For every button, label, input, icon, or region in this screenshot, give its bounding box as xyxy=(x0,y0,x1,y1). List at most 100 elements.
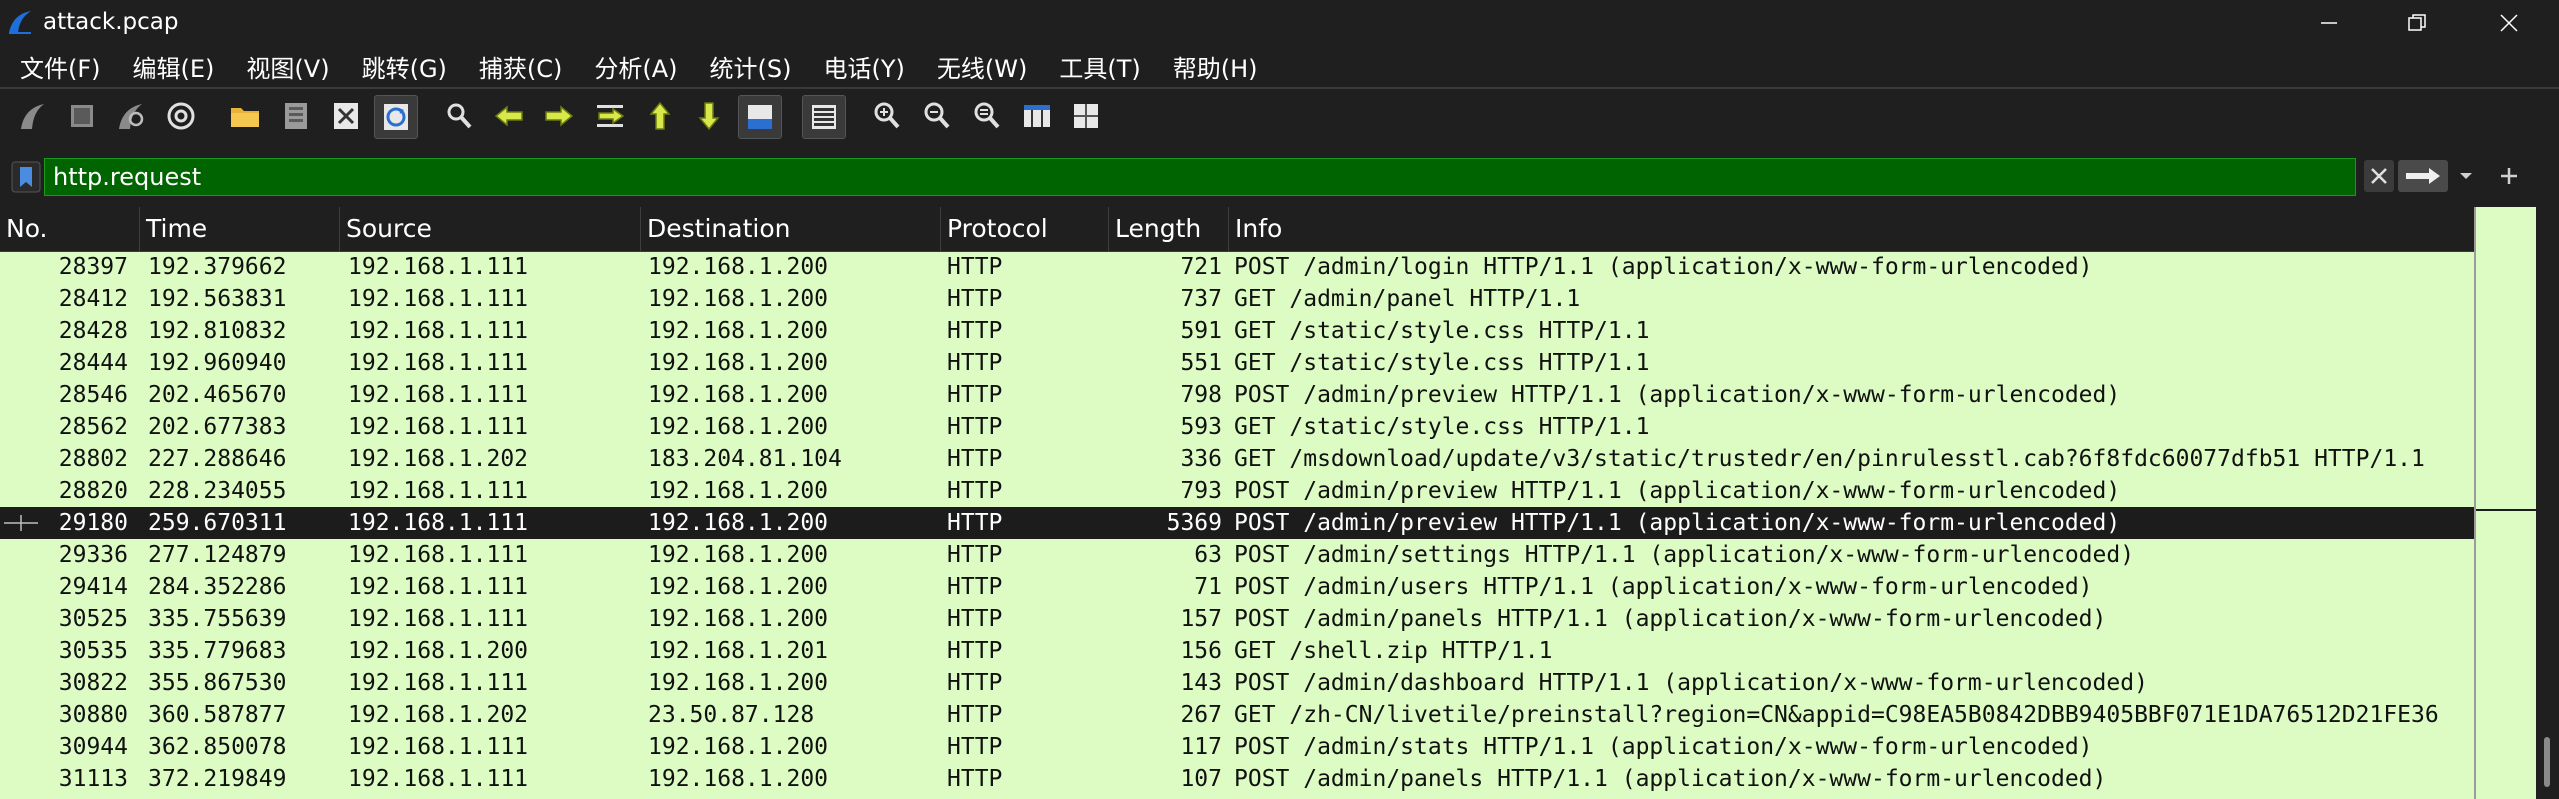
display-filter-input[interactable] xyxy=(44,158,2356,196)
clear-filter-button[interactable] xyxy=(2364,160,2394,192)
packet-info: GET /static/style.css HTTP/1.1 xyxy=(1234,318,1650,344)
table-row[interactable]: 28802 227.288646 192.168.1.202 183.204.81.1… xyxy=(0,443,2474,475)
table-row[interactable]: 31113 372.219849 192.168.1.111 192.168.1.20… xyxy=(0,763,2474,795)
packet-info: POST /admin/settings HTTP/1.1 (applicati… xyxy=(1234,542,2135,568)
open-file-button[interactable] xyxy=(224,95,266,137)
menu-edit[interactable]: 编辑(E) xyxy=(113,49,227,84)
packet-info: POST /admin/preview HTTP/1.1 (applicatio… xyxy=(1234,510,2121,536)
colorize-button[interactable] xyxy=(802,95,846,139)
table-row[interactable]: 30535 335.779683 192.168.1.200 192.168.1.20… xyxy=(0,635,2474,667)
apply-filter-button[interactable] xyxy=(2398,160,2448,192)
packet-info: POST /admin/dashboard HTTP/1.1 (applicat… xyxy=(1234,670,2148,696)
table-row[interactable]: 28428 192.810832 192.168.1.111 192.168.1.20… xyxy=(0,315,2474,347)
packet-protocol: HTTP xyxy=(947,254,1003,280)
table-row[interactable]: 28820 228.234055 192.168.1.111 192.168.1.20… xyxy=(0,475,2474,507)
table-row[interactable]: 28444 192.960940 192.168.1.111 192.168.1.20… xyxy=(0,347,2474,379)
go-to-packet-button[interactable] xyxy=(589,95,631,137)
packet-no: 28802 xyxy=(58,446,128,472)
packet-source: 192.168.1.111 xyxy=(348,318,529,344)
close-window-button[interactable] xyxy=(2469,0,2549,45)
menu-analyze[interactable]: 分析(A) xyxy=(574,49,689,84)
capture-options-button[interactable] xyxy=(160,95,202,137)
menu-help[interactable]: 帮助(H) xyxy=(1153,49,1270,84)
auto-scroll-icon xyxy=(748,105,772,129)
column-header-no[interactable]: No. xyxy=(0,207,140,251)
packet-protocol: HTTP xyxy=(947,734,1003,760)
close-file-button[interactable] xyxy=(325,95,367,137)
main-toolbar xyxy=(0,89,2559,147)
menu-tools[interactable]: 工具(T) xyxy=(1039,49,1152,84)
table-row[interactable]: 29414 284.352286 192.168.1.111 192.168.1.20… xyxy=(0,571,2474,603)
filter-history-dropdown[interactable] xyxy=(2454,160,2478,192)
table-row[interactable]: 28412 192.563831 192.168.1.111 192.168.1.20… xyxy=(0,283,2474,315)
layout-button[interactable] xyxy=(1065,95,1107,137)
packet-destination: 192.168.1.200 xyxy=(648,542,829,568)
arrow-right-icon xyxy=(2406,168,2440,184)
packet-info: GET /admin/panel HTTP/1.1 xyxy=(1234,286,1581,312)
add-filter-button[interactable] xyxy=(2494,160,2524,192)
table-row[interactable]: 30525 335.755639 192.168.1.111 192.168.1.20… xyxy=(0,603,2474,635)
menu-telephony[interactable]: 电话(Y) xyxy=(804,49,917,84)
table-row-selected[interactable]: 29180 259.670311 192.168.1.111 192.168.1.20… xyxy=(0,507,2474,539)
first-packet-button[interactable] xyxy=(639,95,681,137)
save-file-button[interactable] xyxy=(275,95,317,137)
column-header-destination[interactable]: Destination xyxy=(641,207,941,251)
stop-capture-button[interactable] xyxy=(61,95,103,137)
packet-info: GET /static/style.css HTTP/1.1 xyxy=(1234,414,1650,440)
packet-length: 63 xyxy=(1194,542,1222,568)
column-header-info[interactable]: Info xyxy=(1229,207,2474,251)
packet-length: 551 xyxy=(1180,350,1222,376)
packet-time: 192.563831 xyxy=(148,286,287,312)
reload-file-button[interactable] xyxy=(374,95,418,139)
table-row[interactable]: 28562 202.677383 192.168.1.111 192.168.1.20… xyxy=(0,411,2474,443)
go-forward-button[interactable] xyxy=(538,95,580,137)
column-header-time[interactable]: Time xyxy=(140,207,340,251)
start-capture-button[interactable] xyxy=(12,95,54,137)
packet-length: 593 xyxy=(1180,414,1222,440)
filter-bookmark-icon[interactable] xyxy=(10,160,42,194)
packet-time: 227.288646 xyxy=(148,446,287,472)
menu-capture[interactable]: 捕获(C) xyxy=(459,49,574,84)
packet-info: GET /zh-CN/livetile/preinstall?region=CN… xyxy=(1234,702,2439,728)
packet-list[interactable]: No. Time Source Destination Protocol Len… xyxy=(0,207,2474,799)
table-row[interactable]: 28546 202.465670 192.168.1.111 192.168.1.20… xyxy=(0,379,2474,411)
find-packet-button[interactable] xyxy=(438,95,480,137)
table-row[interactable]: 29336 277.124879 192.168.1.111 192.168.1.20… xyxy=(0,539,2474,571)
go-back-icon xyxy=(494,105,523,127)
display-filter-bar xyxy=(0,152,2559,200)
plus-icon xyxy=(2501,168,2517,184)
capture-options-icon xyxy=(167,102,195,130)
packet-destination: 192.168.1.200 xyxy=(648,254,829,280)
minimize-button[interactable] xyxy=(2289,0,2369,45)
vertical-scrollbar[interactable] xyxy=(2536,207,2559,799)
packet-minimap[interactable] xyxy=(2474,207,2536,799)
table-row[interactable]: 30880 360.587877 192.168.1.202 23.50.87.128… xyxy=(0,699,2474,731)
normal-size-button[interactable] xyxy=(966,95,1008,137)
last-packet-button[interactable] xyxy=(688,95,730,137)
menu-view[interactable]: 视图(V) xyxy=(226,49,341,84)
resize-columns-button[interactable] xyxy=(1016,95,1058,137)
menu-statistics[interactable]: 统计(S) xyxy=(690,49,804,84)
column-header-length[interactable]: Length xyxy=(1109,207,1229,251)
packet-destination: 192.168.1.200 xyxy=(648,382,829,408)
table-row[interactable]: 30944 362.850078 192.168.1.111 192.168.1.20… xyxy=(0,731,2474,763)
menu-file[interactable]: 文件(F) xyxy=(0,49,113,84)
column-header-protocol[interactable]: Protocol xyxy=(941,207,1109,251)
auto-scroll-button[interactable] xyxy=(738,95,782,139)
zoom-out-button[interactable] xyxy=(916,95,958,137)
packet-length: 5369 xyxy=(1166,510,1222,536)
scrollbar-thumb[interactable] xyxy=(2544,737,2550,787)
table-row[interactable]: 30822 355.867530 192.168.1.111 192.168.1.20… xyxy=(0,667,2474,699)
packet-time: 192.960940 xyxy=(148,350,287,376)
packet-destination: 192.168.1.200 xyxy=(648,734,829,760)
column-header-source[interactable]: Source xyxy=(340,207,641,251)
packet-protocol: HTTP xyxy=(947,574,1003,600)
zoom-in-button[interactable] xyxy=(866,95,908,137)
restart-capture-button[interactable] xyxy=(110,95,152,137)
table-row[interactable]: 28397 192.379662 192.168.1.111 192.168.1.20… xyxy=(0,251,2474,283)
maximize-button[interactable] xyxy=(2377,0,2457,45)
go-back-button[interactable] xyxy=(488,95,530,137)
menu-wireless[interactable]: 无线(W) xyxy=(917,49,1039,84)
menu-go[interactable]: 跳转(G) xyxy=(342,49,459,84)
packet-no: 30525 xyxy=(58,606,128,632)
